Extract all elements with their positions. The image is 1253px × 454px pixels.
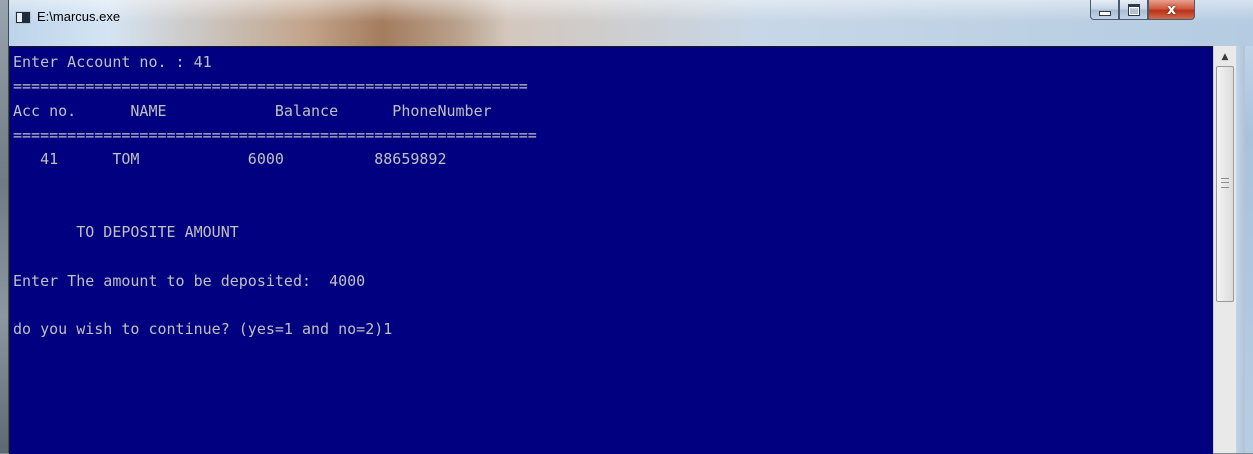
scroll-up-button[interactable]: ▲ — [1216, 48, 1234, 65]
title-bar-glow — [9, 0, 1253, 22]
console-output[interactable]: Enter Account no. : 41 ==================… — [9, 46, 1213, 454]
minimize-button[interactable] — [1090, 0, 1119, 20]
maximize-button[interactable] — [1119, 0, 1148, 20]
window-right-border — [1236, 46, 1245, 453]
scroll-thumb[interactable] — [1216, 66, 1234, 302]
maximize-icon — [1127, 3, 1140, 16]
vertical-scrollbar[interactable]: ▲ — [1213, 46, 1236, 453]
close-button[interactable]: x — [1148, 0, 1195, 20]
console-line: do you wish to continue? (yes=1 and no=2… — [13, 320, 393, 339]
console-line: ========================================… — [13, 77, 528, 96]
console-line: Acc no. NAME Balance PhoneNumber — [13, 101, 492, 120]
console-line: TO DEPOSITE AMOUNT — [13, 223, 239, 242]
window-title: E:\marcus.exe — [37, 9, 121, 24]
scroll-grip-icon — [1221, 178, 1229, 188]
console-line: ========================================… — [13, 125, 537, 144]
minimize-icon — [1098, 11, 1111, 16]
console-line: Enter The amount to be deposited: 4000 — [13, 271, 366, 290]
console-line: Enter Account no. : 41 — [13, 53, 212, 71]
console-line: 41 TOM 6000 88659892 — [13, 150, 447, 169]
desktop-background — [0, 0, 8, 453]
title-bar[interactable]: E:\marcus.exe x — [9, 0, 1253, 46]
console-text: Enter Account no. : 41 ==================… — [13, 50, 537, 439]
close-icon: x — [1166, 1, 1177, 18]
console-app-icon[interactable] — [15, 11, 31, 24]
up-arrow-icon: ▲ — [1221, 51, 1229, 62]
caption-buttons: x — [1090, 0, 1247, 21]
